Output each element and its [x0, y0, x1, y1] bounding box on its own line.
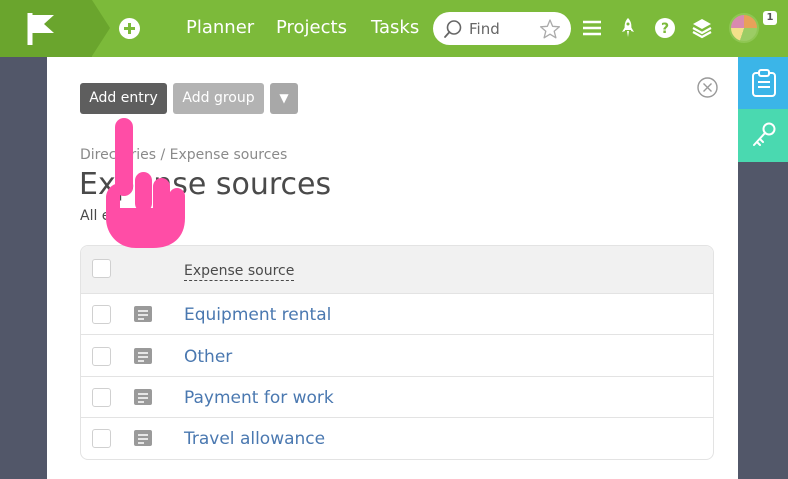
- column-header-expense-source[interactable]: Expense source: [184, 263, 295, 281]
- row-label[interactable]: Other: [184, 346, 232, 368]
- star-icon[interactable]: [539, 18, 561, 40]
- help-icon[interactable]: ?: [654, 17, 676, 39]
- entry-icon: [134, 430, 152, 446]
- row-label[interactable]: Travel allowance: [184, 428, 325, 450]
- close-icon[interactable]: [697, 77, 718, 98]
- search-box[interactable]: [433, 12, 571, 45]
- row-checkbox[interactable]: [92, 305, 111, 324]
- select-all-checkbox[interactable]: [92, 259, 111, 278]
- logo-arrow: [92, 0, 110, 56]
- rail-key-button[interactable]: [738, 109, 788, 162]
- row-checkbox[interactable]: [92, 429, 111, 448]
- notification-badge[interactable]: 1: [763, 11, 777, 25]
- table-row[interactable]: Other: [81, 336, 713, 377]
- expense-sources-table: Expense source Equipment rental Other Pa…: [80, 245, 714, 460]
- entry-icon: [134, 306, 152, 322]
- nav-tasks[interactable]: Tasks: [371, 16, 419, 40]
- entry-icon: [134, 389, 152, 405]
- search-icon: [444, 20, 462, 38]
- add-group-button[interactable]: Add group: [173, 83, 264, 114]
- rail-clipboard-button[interactable]: [738, 57, 788, 109]
- table-row[interactable]: Payment for work: [81, 377, 713, 418]
- menu-icon[interactable]: [581, 17, 603, 39]
- row-checkbox[interactable]: [92, 347, 111, 366]
- row-checkbox[interactable]: [92, 388, 111, 407]
- top-bar: Planner Projects Tasks ? 1: [0, 0, 788, 57]
- pointing-hand-icon: [106, 118, 185, 248]
- table-row[interactable]: Travel allowance: [81, 418, 713, 459]
- nav-planner[interactable]: Planner: [186, 16, 254, 40]
- plus-circle-icon[interactable]: [119, 18, 140, 39]
- more-actions-dropdown-button[interactable]: ▼: [270, 83, 298, 114]
- svg-text:?: ?: [661, 21, 669, 37]
- table-header: Expense source: [81, 246, 713, 294]
- search-input[interactable]: [469, 18, 535, 40]
- nav-projects[interactable]: Projects: [276, 16, 347, 40]
- flag-logo-icon[interactable]: [27, 13, 57, 45]
- table-row[interactable]: Equipment rental: [81, 294, 713, 335]
- layers-icon[interactable]: [691, 17, 713, 39]
- add-entry-button[interactable]: Add entry: [80, 83, 167, 114]
- entry-icon: [134, 348, 152, 364]
- clipboard-icon: [752, 69, 776, 97]
- key-icon: [753, 122, 776, 146]
- logo-area[interactable]: [0, 0, 92, 57]
- row-label[interactable]: Equipment rental: [184, 304, 331, 326]
- user-avatar[interactable]: [729, 13, 759, 43]
- row-label[interactable]: Payment for work: [184, 387, 334, 409]
- rocket-icon[interactable]: [617, 17, 639, 39]
